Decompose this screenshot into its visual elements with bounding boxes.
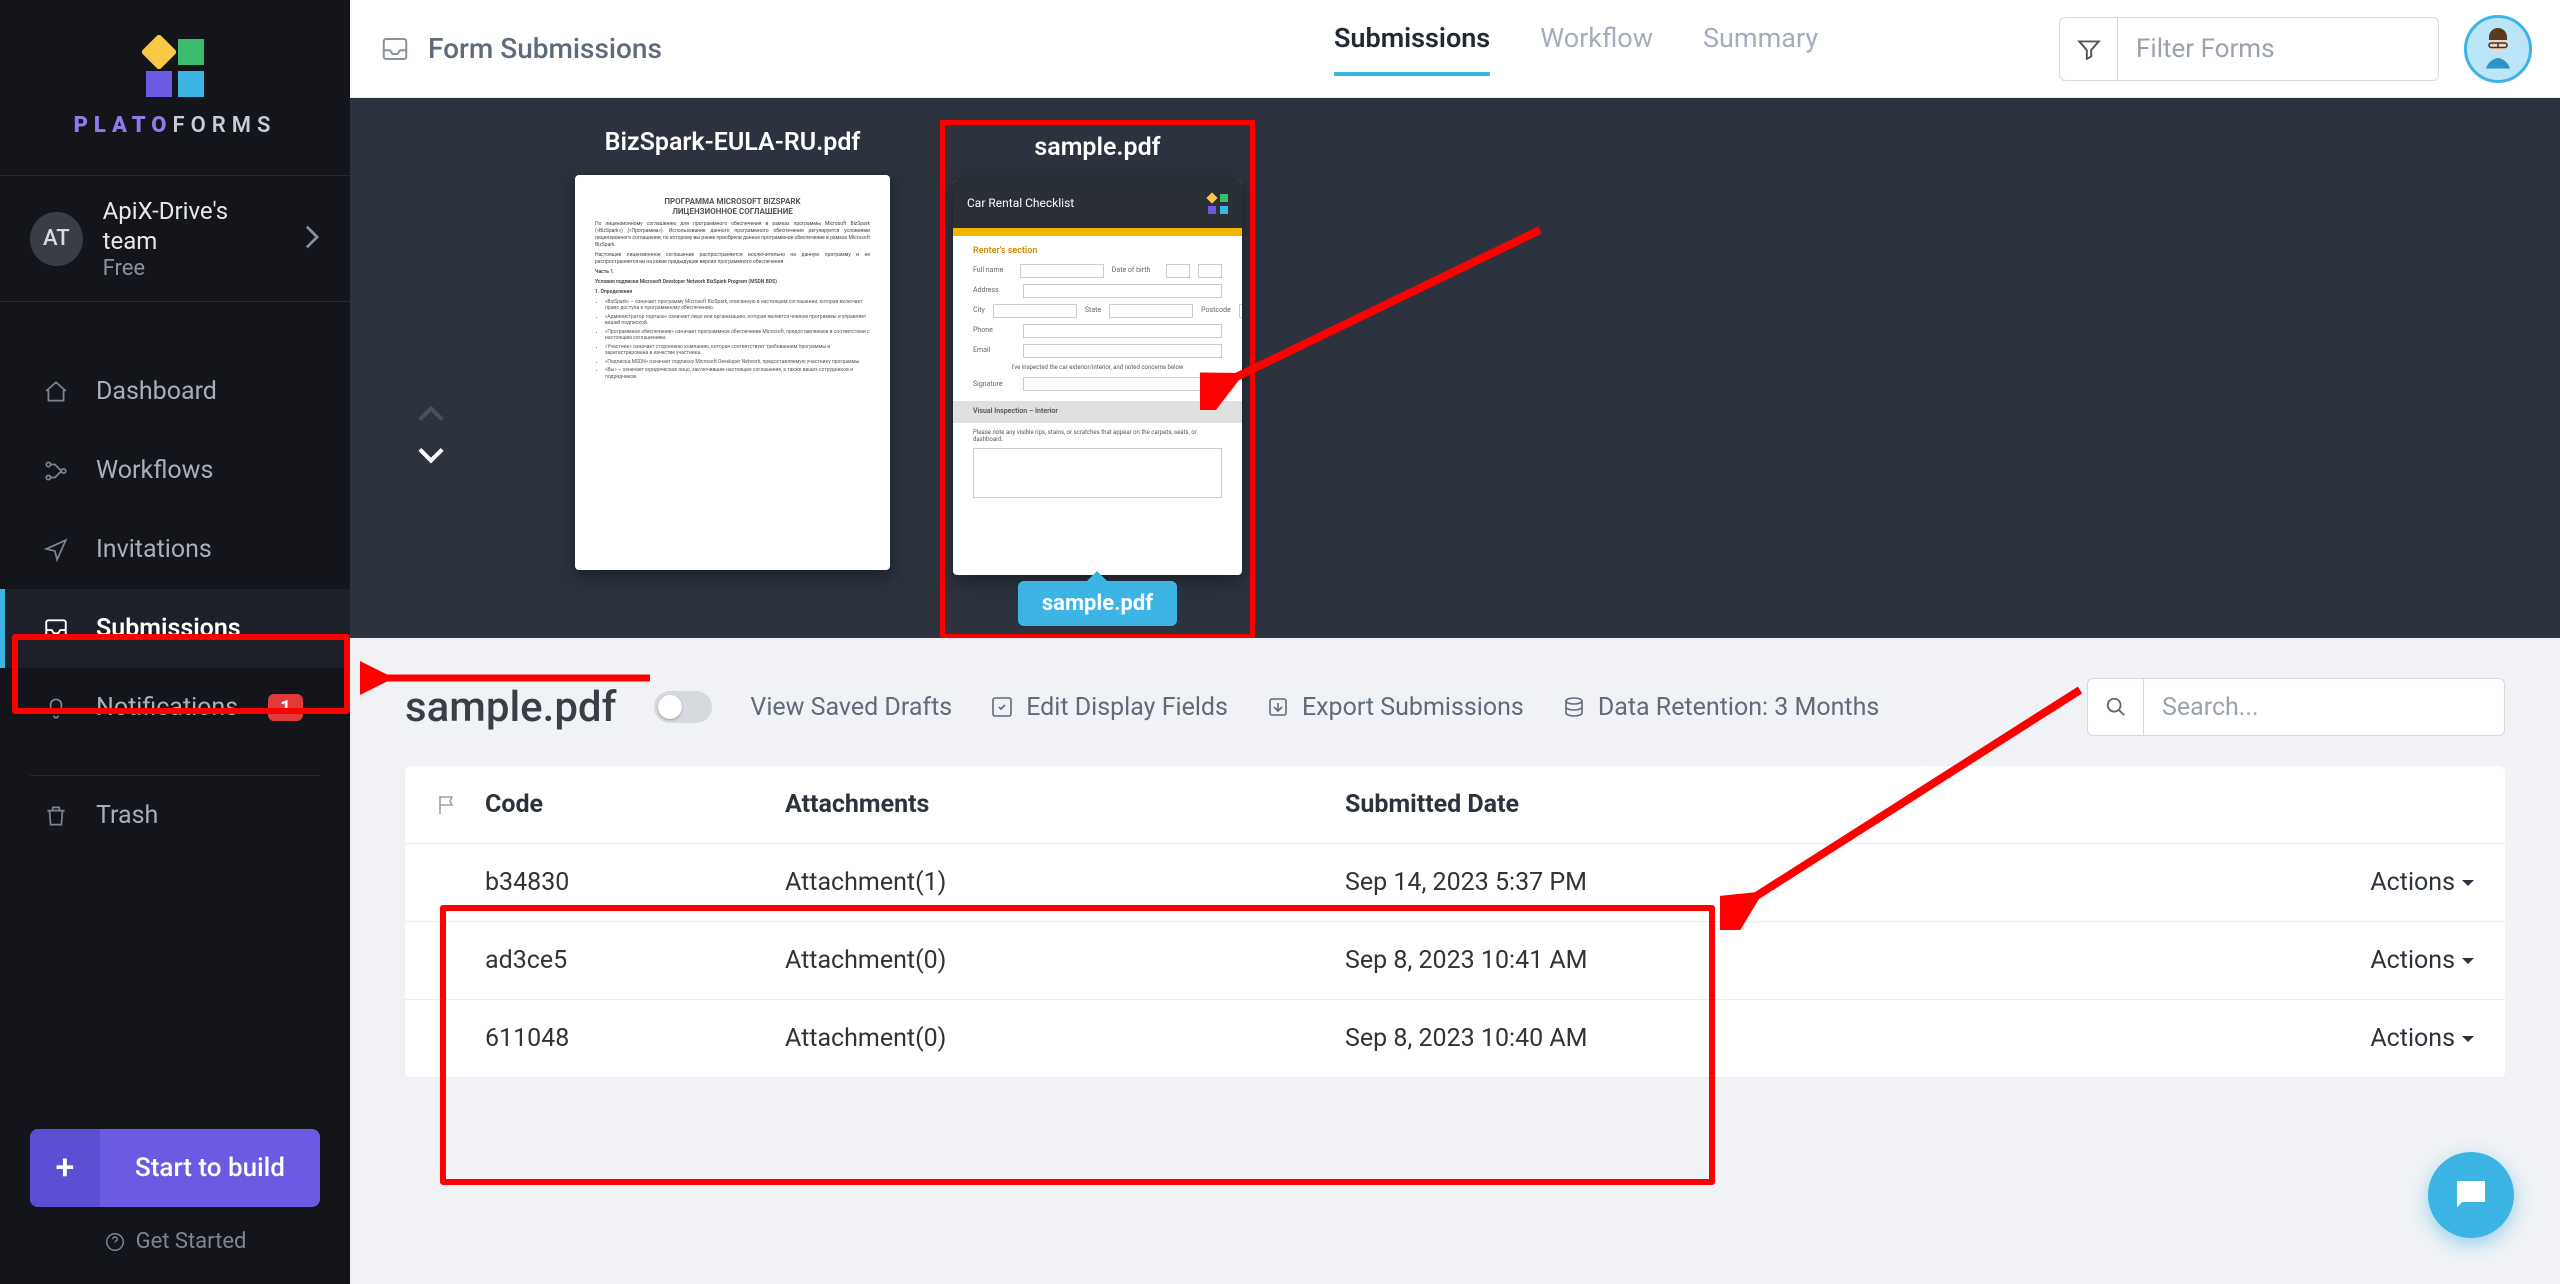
submissions-panel: sample.pdf View Saved Drafts Edit Displa…	[350, 638, 2560, 1284]
cell-attachments: Attachment(0)	[785, 1024, 1345, 1053]
home-icon	[42, 378, 70, 406]
thumbnail-chip: sample.pdf	[1018, 581, 1177, 626]
trash-icon	[42, 802, 70, 830]
start-to-build-button[interactable]: + Start to build	[30, 1129, 320, 1207]
caret-down-icon	[2461, 1032, 2475, 1046]
account-name: ApiX-Drive's team	[103, 196, 284, 256]
filter-input[interactable]	[2118, 34, 2438, 64]
cell-code: b34830	[485, 868, 785, 897]
thumbnail-name: BizSpark-EULA-RU.pdf	[605, 128, 861, 157]
search-button[interactable]	[2088, 679, 2144, 735]
sidebar-item-notifications[interactable]: Notifications 1	[0, 668, 350, 747]
flag-icon	[435, 793, 485, 817]
col-submitted: Submitted Date	[1345, 790, 1945, 819]
send-icon	[42, 536, 70, 564]
thumbnail-preview: Car Rental Checklist Renter's section Fu…	[953, 180, 1242, 575]
sidebar-item-label: Workflows	[96, 456, 213, 485]
col-code: Code	[485, 790, 785, 819]
user-avatar[interactable]	[2464, 15, 2532, 83]
row-actions[interactable]: Actions	[1945, 1024, 2475, 1053]
export-icon	[1266, 695, 1290, 719]
caret-down-icon	[2461, 876, 2475, 890]
thumb-nav	[418, 398, 444, 472]
cell-code: ad3ce5	[485, 946, 785, 975]
form-thumbnail-selected[interactable]: sample.pdf Car Rental Checklist Renter's…	[940, 120, 1255, 639]
table-row[interactable]: 611048 Attachment(0) Sep 8, 2023 10:40 A…	[405, 1000, 2505, 1078]
chevron-right-icon	[304, 225, 320, 253]
table-row[interactable]: b34830 Attachment(1) Sep 14, 2023 5:37 P…	[405, 844, 2505, 922]
chevron-up-icon[interactable]	[418, 398, 444, 431]
sidebar-item-label: Notifications	[96, 693, 238, 722]
edit-icon	[990, 695, 1014, 719]
inbox-icon	[42, 615, 70, 643]
panel-toolbar: sample.pdf View Saved Drafts Edit Displa…	[405, 678, 2505, 736]
search-input[interactable]	[2144, 693, 2504, 722]
cell-attachments: Attachment(1)	[785, 868, 1345, 897]
page-title: Form Submissions	[380, 32, 662, 65]
form-selector-strip: BizSpark-EULA-RU.pdf ПРОГРАММА MICROSOFT…	[350, 98, 2560, 638]
submissions-table: Code Attachments Submitted Date b34830 A…	[405, 766, 2505, 1078]
thumbnail-preview: ПРОГРАММА MICROSOFT BIZSPARKЛИЦЕНЗИОННОЕ…	[575, 175, 890, 570]
tab-workflow[interactable]: Workflow	[1540, 22, 1653, 76]
sidebar-item-label: Trash	[96, 801, 158, 830]
filter-icon	[2076, 36, 2102, 62]
notification-badge: 1	[268, 694, 303, 721]
caret-down-icon	[2461, 954, 2475, 968]
view-saved-toggle[interactable]	[654, 691, 712, 723]
start-button-label: Start to build	[100, 1129, 320, 1207]
row-actions[interactable]: Actions	[1945, 946, 2475, 975]
bell-icon	[42, 694, 70, 722]
chat-icon	[2450, 1174, 2492, 1216]
inbox-icon	[380, 34, 410, 64]
data-retention[interactable]: Data Retention: 3 Months	[1562, 693, 1879, 722]
view-saved-label: View Saved Drafts	[750, 693, 952, 722]
row-actions[interactable]: Actions	[1945, 868, 2475, 897]
header: Form Submissions Submissions Workflow Su…	[350, 0, 2560, 98]
table-row[interactable]: ad3ce5 Attachment(0) Sep 8, 2023 10:41 A…	[405, 922, 2505, 1000]
sidebar-item-trash[interactable]: Trash	[0, 776, 350, 855]
sidebar-item-label: Dashboard	[96, 377, 217, 406]
filter-forms	[2059, 17, 2439, 81]
sidebar-nav: Dashboard Workflows Invitations Submissi…	[0, 352, 350, 855]
sidebar-item-label: Submissions	[96, 614, 241, 643]
get-started-link[interactable]: Get Started	[104, 1229, 247, 1254]
avatar-icon	[2474, 25, 2522, 73]
account-avatar: AT	[30, 212, 83, 266]
table-header: Code Attachments Submitted Date	[405, 766, 2505, 844]
account-switcher[interactable]: AT ApiX-Drive's team Free	[0, 175, 350, 302]
edit-display-fields[interactable]: Edit Display Fields	[990, 693, 1228, 722]
tab-summary[interactable]: Summary	[1703, 22, 1818, 76]
plus-icon: +	[30, 1129, 100, 1207]
cell-submitted: Sep 8, 2023 10:41 AM	[1345, 946, 1945, 975]
sidebar: PLATOFORMS AT ApiX-Drive's team Free Das…	[0, 0, 350, 1284]
export-submissions[interactable]: Export Submissions	[1266, 693, 1524, 722]
cell-attachments: Attachment(0)	[785, 946, 1345, 975]
cell-submitted: Sep 8, 2023 10:40 AM	[1345, 1024, 1945, 1053]
panel-title: sample.pdf	[405, 683, 616, 732]
header-tabs: Submissions Workflow Summary	[1334, 22, 1818, 76]
sidebar-item-workflows[interactable]: Workflows	[0, 431, 350, 510]
sidebar-item-submissions[interactable]: Submissions	[0, 589, 350, 668]
cell-code: 611048	[485, 1024, 785, 1053]
sidebar-item-invitations[interactable]: Invitations	[0, 510, 350, 589]
brand-logo-text: PLATOFORMS	[74, 113, 277, 138]
search-icon	[2105, 696, 2127, 718]
cell-submitted: Sep 14, 2023 5:37 PM	[1345, 868, 1945, 897]
brand-logo-icon	[144, 37, 206, 99]
account-plan: Free	[103, 256, 284, 281]
chat-fab[interactable]	[2428, 1152, 2514, 1238]
submissions-search	[2087, 678, 2505, 736]
tab-submissions[interactable]: Submissions	[1334, 22, 1490, 76]
database-icon	[1562, 695, 1586, 719]
chevron-down-icon[interactable]	[418, 439, 444, 472]
brand-logo: PLATOFORMS	[0, 0, 350, 175]
sidebar-item-label: Invitations	[96, 535, 212, 564]
form-thumbnail[interactable]: BizSpark-EULA-RU.pdf ПРОГРАММА MICROSOFT…	[575, 128, 890, 639]
sidebar-item-dashboard[interactable]: Dashboard	[0, 352, 350, 431]
col-attachments: Attachments	[785, 790, 1345, 819]
thumbnail-name: sample.pdf	[1034, 133, 1160, 162]
workflow-icon	[42, 457, 70, 485]
filter-button[interactable]	[2060, 18, 2118, 80]
